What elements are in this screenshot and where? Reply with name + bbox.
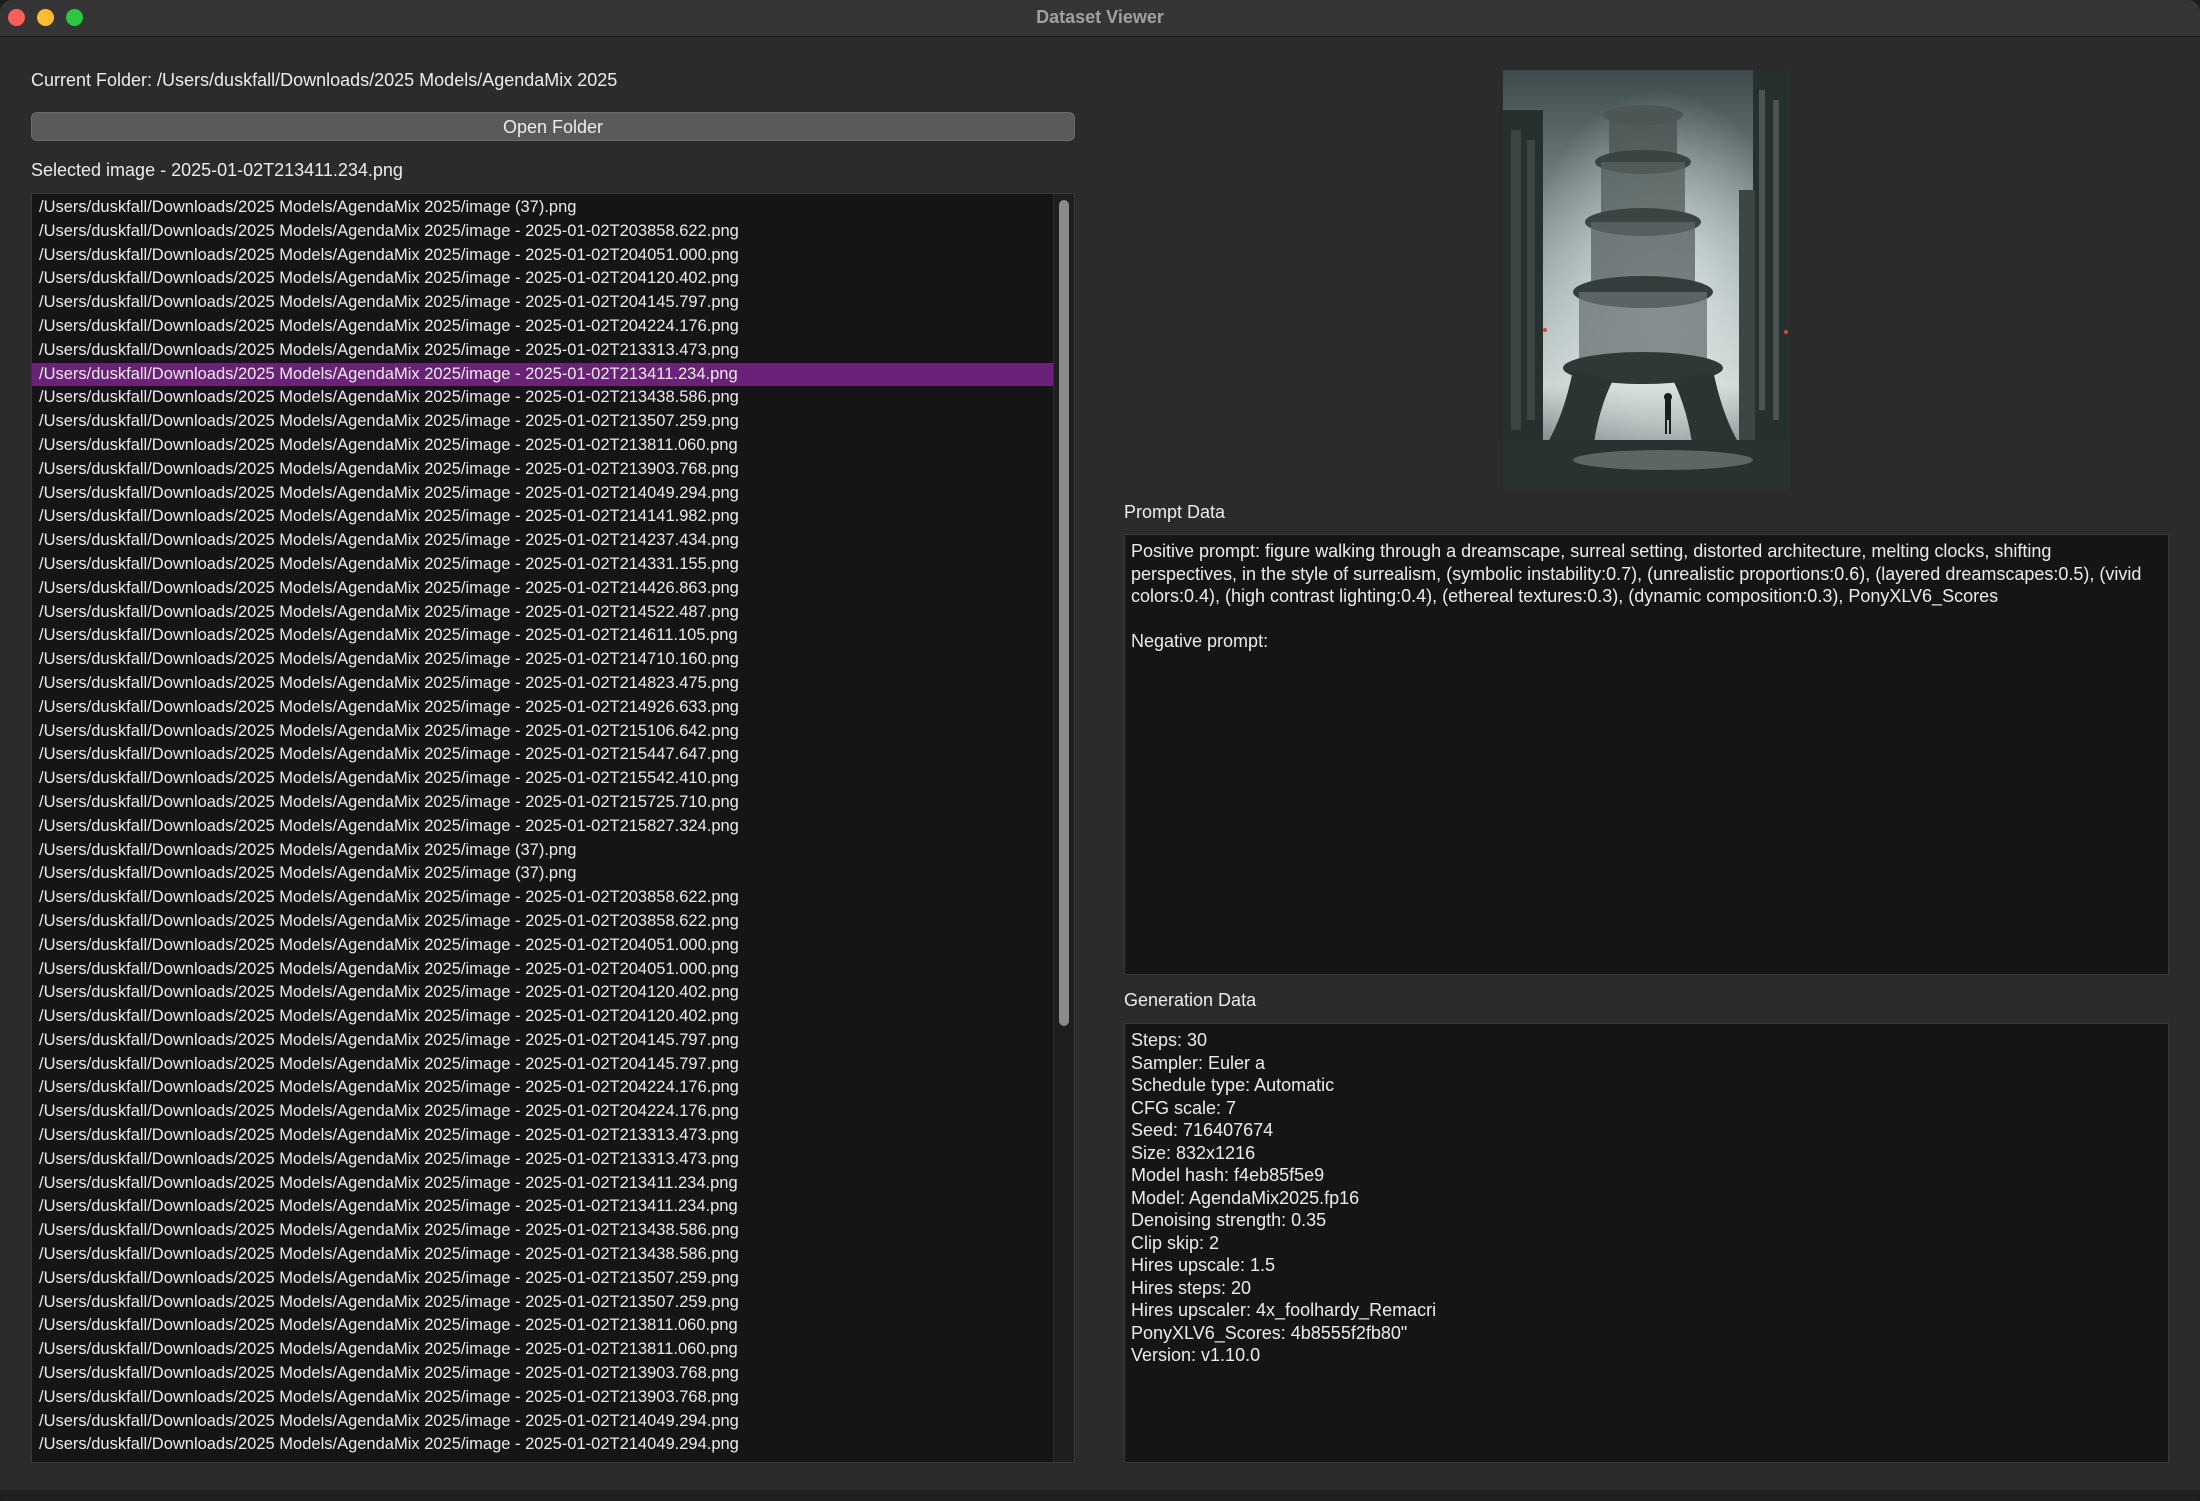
file-list-item[interactable]: /Users/duskfall/Downloads/2025 Models/Ag… [32,482,1056,506]
file-list-item[interactable]: /Users/duskfall/Downloads/2025 Models/Ag… [32,767,1056,791]
window-title: Dataset Viewer [1036,7,1164,27]
gen-model-hash: Model hash: f4eb85f5e9 [1131,1165,1325,1185]
file-list-item[interactable]: /Users/duskfall/Downloads/2025 Models/Ag… [32,1172,1056,1196]
file-list-item[interactable]: /Users/duskfall/Downloads/2025 Models/Ag… [32,958,1056,982]
file-list-item[interactable]: /Users/duskfall/Downloads/2025 Models/Ag… [32,244,1056,268]
file-list-item[interactable]: /Users/duskfall/Downloads/2025 Models/Ag… [32,1386,1056,1410]
file-list-item[interactable]: /Users/duskfall/Downloads/2025 Models/Ag… [32,339,1056,363]
file-list-item[interactable]: /Users/duskfall/Downloads/2025 Models/Ag… [32,1195,1056,1219]
file-list-item[interactable]: /Users/duskfall/Downloads/2025 Models/Ag… [32,1243,1056,1267]
gen-steps: Steps: 30 [1131,1030,1208,1050]
file-list-item[interactable]: /Users/duskfall/Downloads/2025 Models/Ag… [32,910,1056,934]
file-list-item[interactable]: /Users/duskfall/Downloads/2025 Models/Ag… [32,1362,1056,1386]
file-list-item[interactable]: /Users/duskfall/Downloads/2025 Models/Ag… [32,720,1056,744]
gen-pony-scores: PonyXLV6_Scores: 4b8555f2fb80" [1131,1322,1408,1343]
file-list-item[interactable]: /Users/duskfall/Downloads/2025 Models/Ag… [32,839,1056,863]
file-list-item[interactable]: /Users/duskfall/Downloads/2025 Models/Ag… [32,934,1056,958]
file-list-item[interactable]: /Users/duskfall/Downloads/2025 Models/Ag… [32,1314,1056,1338]
file-list-item[interactable]: /Users/duskfall/Downloads/2025 Models/Ag… [32,196,1056,220]
gen-size: Size: 832x1216 [1131,1142,1256,1163]
file-list-item[interactable]: /Users/duskfall/Downloads/2025 Models/Ag… [32,553,1056,577]
file-list-item[interactable]: /Users/duskfall/Downloads/2025 Models/Ag… [32,1100,1056,1124]
file-list-item[interactable]: /Users/duskfall/Downloads/2025 Models/Ag… [32,529,1056,553]
file-list-item[interactable]: /Users/duskfall/Downloads/2025 Models/Ag… [32,886,1056,910]
file-list-item[interactable]: /Users/duskfall/Downloads/2025 Models/Ag… [32,505,1056,529]
negative-prompt: Negative prompt: [1131,631,1269,651]
file-list-item[interactable]: /Users/duskfall/Downloads/2025 Models/Ag… [32,386,1056,410]
file-list-item[interactable]: /Users/duskfall/Downloads/2025 Models/Ag… [32,1291,1056,1315]
preview-image [1503,70,1790,490]
file-list-item[interactable]: /Users/duskfall/Downloads/2025 Models/Ag… [32,601,1056,625]
file-list-item[interactable]: /Users/duskfall/Downloads/2025 Models/Ag… [32,981,1056,1005]
dataset-viewer-window: Dataset Viewer Current Folder: /Users/du… [0,0,2200,1501]
gen-hires-upscaler: Hires upscaler: 4x_foolhardy_Remacri [1131,1300,1437,1320]
file-list[interactable]: /Users/duskfall/Downloads/2025 Models/Ag… [31,193,1075,1463]
file-list-item[interactable]: /Users/duskfall/Downloads/2025 Models/Ag… [32,410,1056,434]
file-list-item[interactable]: /Users/duskfall/Downloads/2025 Models/Ag… [32,1267,1056,1291]
file-list-item[interactable]: /Users/duskfall/Downloads/2025 Models/Ag… [32,815,1056,839]
generation-data-heading: Generation Data [1124,990,1257,1010]
file-list-item[interactable]: /Users/duskfall/Downloads/2025 Models/Ag… [32,624,1056,648]
file-list-items: /Users/duskfall/Downloads/2025 Models/Ag… [32,196,1056,1457]
file-list-item[interactable]: /Users/duskfall/Downloads/2025 Models/Ag… [32,1005,1056,1029]
bottom-edge [0,1490,2200,1501]
file-list-item-selected[interactable]: /Users/duskfall/Downloads/2025 Models/Ag… [32,362,1056,387]
file-list-item[interactable]: /Users/duskfall/Downloads/2025 Models/Ag… [32,1410,1056,1434]
gen-seed: Seed: 716407674 [1131,1120,1274,1140]
file-list-item[interactable]: /Users/duskfall/Downloads/2025 Models/Ag… [32,434,1056,458]
file-list-item[interactable]: /Users/duskfall/Downloads/2025 Models/Ag… [32,220,1056,244]
file-list-item[interactable]: /Users/duskfall/Downloads/2025 Models/Ag… [32,1076,1056,1100]
title-bar: Dataset Viewer [0,0,2200,37]
file-list-item[interactable]: /Users/duskfall/Downloads/2025 Models/Ag… [32,458,1056,482]
file-list-item[interactable]: /Users/duskfall/Downloads/2025 Models/Ag… [32,1053,1056,1077]
file-list-item[interactable]: /Users/duskfall/Downloads/2025 Models/Ag… [32,1029,1056,1053]
selected-image-label: Selected image - 2025-01-02T213411.234.p… [31,160,403,180]
file-list-item[interactable]: /Users/duskfall/Downloads/2025 Models/Ag… [32,696,1056,720]
file-list-item[interactable]: /Users/duskfall/Downloads/2025 Models/Ag… [32,743,1056,767]
file-list-item[interactable]: /Users/duskfall/Downloads/2025 Models/Ag… [32,1124,1056,1148]
file-list-item[interactable]: /Users/duskfall/Downloads/2025 Models/Ag… [32,315,1056,339]
file-list-item[interactable]: /Users/duskfall/Downloads/2025 Models/Ag… [32,291,1056,315]
file-list-scrollbar[interactable] [1053,194,1074,1462]
file-list-item[interactable]: /Users/duskfall/Downloads/2025 Models/Ag… [32,1338,1056,1362]
prompt-data-heading: Prompt Data [1124,502,1226,522]
file-list-item[interactable]: /Users/duskfall/Downloads/2025 Models/Ag… [32,672,1056,696]
gen-cfg-scale: CFG scale: 7 [1131,1097,1237,1118]
file-list-item[interactable]: /Users/duskfall/Downloads/2025 Models/Ag… [32,1219,1056,1243]
gen-hires-upscale: Hires upscale: 1.5 [1131,1255,1276,1275]
generation-data-text[interactable]: Steps: 30 Sampler: Euler a Schedule type… [1124,1023,2169,1463]
image-preview [1503,70,1790,490]
file-list-item[interactable]: /Users/duskfall/Downloads/2025 Models/Ag… [32,267,1056,291]
prompt-data-text[interactable]: Positive prompt: figure walking through … [1124,534,2169,975]
file-list-item[interactable]: /Users/duskfall/Downloads/2025 Models/Ag… [32,577,1056,601]
gen-clip-skip: Clip skip: 2 [1131,1232,1220,1253]
open-folder-button[interactable]: Open Folder [31,112,1075,141]
file-list-item[interactable]: /Users/duskfall/Downloads/2025 Models/Ag… [32,1148,1056,1172]
file-list-item[interactable]: /Users/duskfall/Downloads/2025 Models/Ag… [32,1433,1056,1457]
gen-model: Model: AgendaMix2025.fp16 [1131,1187,1360,1208]
gen-hires-steps: Hires steps: 20 [1131,1277,1252,1298]
positive-prompt: Positive prompt: figure walking through … [1131,541,2142,606]
file-list-item[interactable]: /Users/duskfall/Downloads/2025 Models/Ag… [32,862,1056,886]
gen-sampler: Sampler: Euler a [1131,1052,1266,1073]
gen-schedule-type: Schedule type: Automatic [1131,1075,1335,1095]
gen-denoising-strength: Denoising strength: 0.35 [1131,1210,1327,1230]
current-folder-label: Current Folder: /Users/duskfall/Download… [31,70,618,90]
gen-version: Version: v1.10.0 [1131,1345,1261,1365]
file-list-item[interactable]: /Users/duskfall/Downloads/2025 Models/Ag… [32,648,1056,672]
file-list-item[interactable]: /Users/duskfall/Downloads/2025 Models/Ag… [32,791,1056,815]
scrollbar-thumb[interactable] [1059,200,1069,1026]
